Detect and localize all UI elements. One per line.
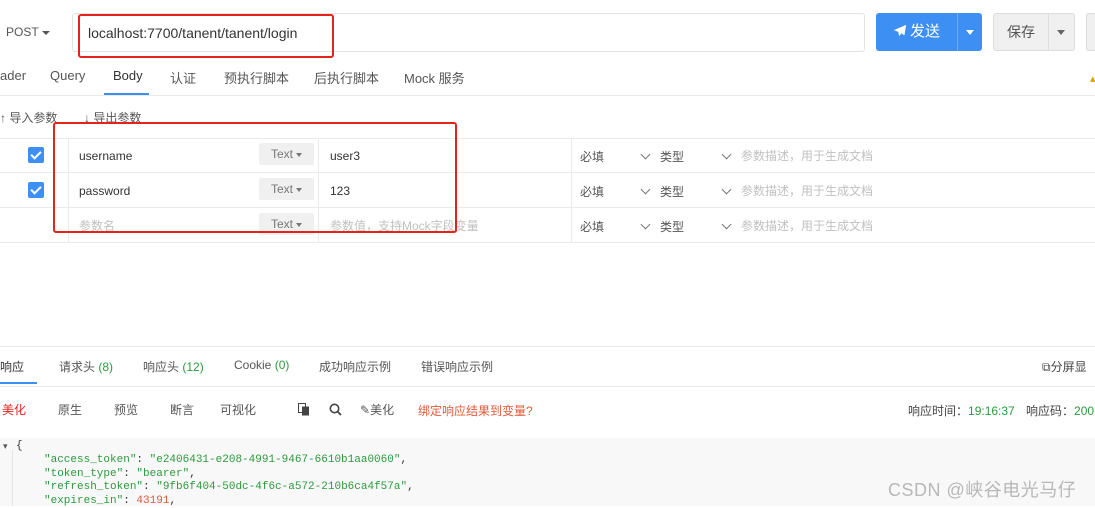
response-time: 响应时间：19:16:37 — [908, 402, 1015, 419]
import-params-link[interactable]: ↑ 导入参数 — [0, 109, 57, 125]
response-code: 响应码：200 — [1026, 402, 1094, 419]
bind-response-variable-link[interactable]: 绑定响应结果到变量? — [418, 402, 533, 419]
format-raw[interactable]: 原生 — [58, 402, 82, 418]
param-enabled-checkbox[interactable] — [28, 182, 44, 198]
code-gutter — [12, 450, 13, 506]
chevron-down-icon — [42, 31, 50, 35]
divider — [0, 95, 1095, 96]
format-visualize[interactable]: 可视化 — [220, 402, 256, 418]
warning-icon: ▴ — [1090, 72, 1095, 84]
param-description[interactable]: 参数描述，用于生成文档 — [741, 218, 873, 234]
send-options-button[interactable] — [957, 13, 982, 51]
format-preview[interactable]: 预览 — [114, 402, 138, 418]
json-open-brace: { — [16, 440, 23, 454]
tab-cookie[interactable]: Cookie (0) — [234, 358, 289, 376]
param-required-select[interactable]: 必填 — [580, 184, 604, 200]
copy-icon[interactable] — [298, 403, 310, 419]
param-enabled-checkbox[interactable] — [28, 147, 44, 163]
tab-error-example[interactable]: 错误响应示例 — [421, 358, 493, 376]
tab-response[interactable]: 响应 — [0, 358, 24, 376]
beautify-button[interactable]: ✎美化 — [360, 402, 394, 418]
collapse-toggle-icon[interactable]: ▾ — [3, 441, 8, 452]
param-kind-select[interactable]: 类型 — [660, 184, 684, 200]
tab-header[interactable]: ader — [0, 68, 26, 90]
tab-mock[interactable]: Mock 服务 — [404, 68, 465, 90]
tab-response-headers[interactable]: 响应头 (12) — [143, 358, 204, 376]
divider — [0, 386, 1095, 387]
arrow-up-icon: ↑ — [0, 111, 6, 125]
split-screen-icon: ⧉ — [1042, 360, 1051, 374]
tab-auth[interactable]: 认证 — [170, 68, 196, 90]
format-pretty[interactable]: 美化 — [2, 402, 26, 418]
more-button[interactable] — [1086, 13, 1095, 51]
active-tab-indicator — [0, 382, 37, 384]
json-line: "refresh_token": "9fb6f404-50dc-4f6c-a57… — [44, 481, 414, 495]
param-kind-select[interactable]: 类型 — [660, 149, 684, 165]
chevron-down-icon — [966, 30, 974, 35]
method-select[interactable]: POST — [0, 14, 64, 50]
save-options-button[interactable] — [1049, 13, 1075, 51]
tab-query[interactable]: Query — [50, 68, 85, 90]
param-description[interactable]: 参数描述，用于生成文档 — [741, 148, 873, 164]
tab-request-headers[interactable]: 请求头 (8) — [59, 358, 113, 376]
save-button[interactable]: 保存 — [993, 13, 1049, 51]
watermark: CSDN @峡谷电光马仔 — [888, 476, 1076, 502]
send-button[interactable]: 发送 — [876, 13, 957, 51]
split-view-button[interactable]: ⧉分屏显 — [1042, 358, 1087, 375]
search-icon[interactable] — [329, 403, 342, 419]
tab-success-example[interactable]: 成功响应示例 — [319, 358, 391, 376]
tab-post-script[interactable]: 后执行脚本 — [314, 68, 379, 90]
json-line: "access_token": "e2406431-e208-4991-9467… — [44, 454, 407, 468]
divider — [0, 346, 1095, 347]
param-required-select[interactable]: 必填 — [580, 149, 604, 165]
format-assert[interactable]: 断言 — [170, 402, 194, 418]
json-line: "token_type": "bearer", — [44, 468, 196, 482]
param-description[interactable]: 参数描述，用于生成文档 — [741, 183, 873, 199]
param-required-select[interactable]: 必填 — [580, 219, 604, 235]
magic-wand-icon: ✎ — [360, 403, 370, 417]
params-highlight-box — [53, 122, 457, 233]
chevron-down-icon — [1057, 30, 1065, 35]
param-kind-select[interactable]: 类型 — [660, 219, 684, 235]
url-highlight-box — [78, 14, 334, 58]
paper-plane-icon — [893, 24, 907, 38]
tab-body[interactable]: Body — [113, 68, 143, 90]
tab-pre-script[interactable]: 预执行脚本 — [224, 68, 289, 90]
